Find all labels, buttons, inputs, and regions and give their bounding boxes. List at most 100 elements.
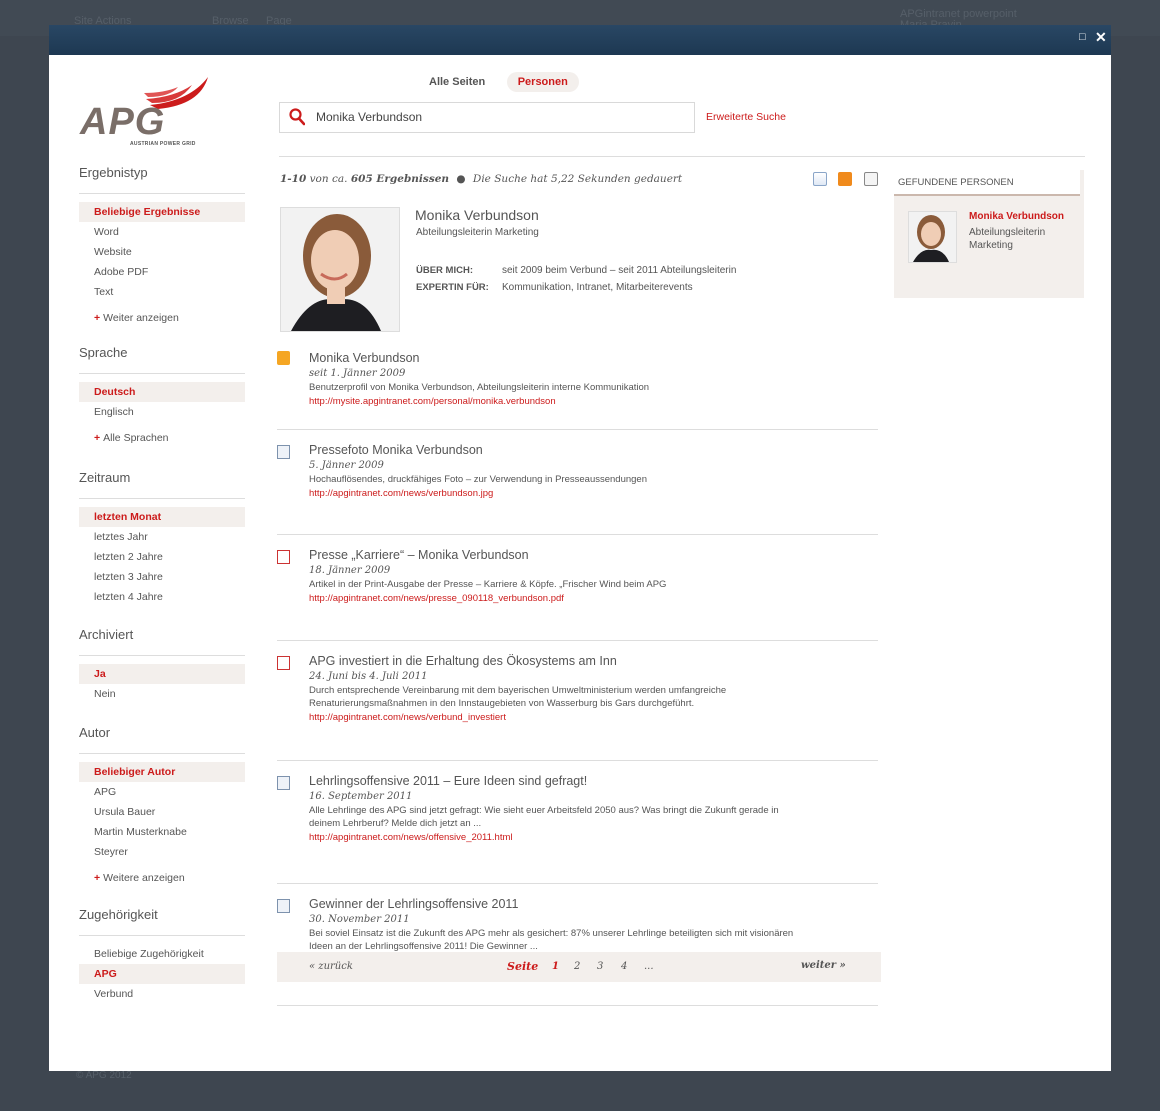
profile-name[interactable]: Monika Verbundson [415, 207, 539, 223]
facet-list: Beliebiger Autor APG Ursula Bauer Martin Mu… [79, 762, 245, 862]
result-title-link[interactable]: Pressefoto Monika Verbundson [309, 443, 878, 457]
result-date: 16. September 2011 [309, 791, 413, 802]
show-more-link[interactable]: + Alle Sprachen [79, 428, 245, 448]
found-persons-panel: GEFUNDENE PERSONEN Monika Verbundson Abt… [894, 170, 1084, 298]
profile-photo[interactable] [280, 207, 400, 332]
result-description: Bei soviel Einsatz ist die Zukunft des A… [309, 928, 794, 952]
result-description: Hochauflösendes, druckfähiges Foto – zur… [309, 474, 647, 485]
show-more-label: Weiter anzeigen [103, 312, 179, 324]
facet-item[interactable]: Beliebiger Autor [79, 762, 245, 782]
result-description: Durch entsprechende Vereinbarung mit dem… [309, 685, 727, 709]
facet-item[interactable]: Nein [79, 684, 245, 704]
result-title-link[interactable]: Monika Verbundson [309, 351, 878, 365]
plus-icon: + [94, 872, 101, 884]
result-title-link[interactable]: Lehrlingsoffensive 2011 – Eure Ideen sin… [309, 774, 878, 788]
plus-icon: + [94, 432, 101, 444]
facet-group: Sprache Deutsch Englisch + Alle Sprachen [79, 345, 245, 448]
pdf-icon [277, 550, 290, 564]
tab-personen[interactable]: Personen [506, 72, 579, 92]
facet-group: Zugehörigkeit Beliebige Zugehörigkeit APG V… [79, 907, 245, 1004]
result-date: 18. Jänner 2009 [309, 565, 391, 576]
prev-page-link[interactable]: « zurück [309, 961, 353, 972]
expert-value: Kommunikation, Intranet, Mitarbeitereven… [502, 282, 693, 293]
page-ellipsis: ... [644, 961, 654, 972]
facet-item[interactable]: Englisch [79, 402, 245, 422]
facet-list: Beliebige Zugehörigkeit APG Verbund [79, 944, 245, 1004]
person-name-link[interactable]: Monika Verbundson [969, 211, 1064, 222]
advanced-search-link[interactable]: Erweiterte Suche [706, 111, 786, 123]
logo-tagline: AUSTRIAN POWER GRID [130, 141, 196, 147]
apg-logo[interactable]: APG AUSTRIAN POWER GRID [80, 75, 250, 155]
show-more-link[interactable]: + Weitere anzeigen [79, 868, 245, 888]
result-url-link[interactable]: http://mysite.apgintranet.com/personal/m… [309, 396, 878, 407]
result-tools [813, 172, 885, 191]
search-input[interactable] [316, 108, 676, 126]
facet-item[interactable]: Beliebige Zugehörigkeit [79, 944, 245, 964]
search-box [279, 102, 695, 133]
result-url-link[interactable]: http://apgintranet.com/news/verbundson.j… [309, 488, 878, 499]
tab-alle-seiten[interactable]: Alle Seiten [418, 72, 496, 92]
facet-title: Zeitraum [79, 470, 245, 499]
facet-item[interactable]: letzten 2 Jahre [79, 547, 245, 567]
background-footer: © APG 2012 [76, 1070, 132, 1081]
result-url-link[interactable]: http://apgintranet.com/news/verbund_inve… [309, 712, 878, 723]
result-url-link[interactable]: http://apgintranet.com/news/presse_09011… [309, 593, 878, 604]
pdf-icon [277, 656, 290, 670]
facet-item[interactable]: Steyrer [79, 842, 245, 862]
person-thumbnail[interactable] [908, 211, 957, 263]
page-1-link[interactable]: 1 [552, 961, 559, 972]
facet-item[interactable]: Deutsch [79, 382, 245, 402]
person-role: Abteilungsleiterin Marketing [969, 227, 1046, 251]
facet-list: Beliebige Ergebnisse Word Website Adobe PDF… [79, 202, 245, 302]
close-icon[interactable]: ✕ [1095, 29, 1107, 46]
logo-wordmark: APG [80, 101, 166, 143]
show-more-label: Weitere anzeigen [103, 872, 185, 884]
result-title-link[interactable]: Gewinner der Lehrlingsoffensive 2011 [309, 897, 878, 911]
search-icon[interactable] [289, 108, 306, 131]
facet-item[interactable]: Word [79, 222, 245, 242]
next-page-link[interactable]: weiter » [801, 960, 846, 971]
scope-tabs: Alle Seiten Personen [418, 72, 585, 92]
facet-item[interactable]: Verbund [79, 984, 245, 1004]
profile-role: Abteilungsleiterin Marketing [416, 227, 539, 238]
facet-title: Autor [79, 725, 245, 754]
result-title-link[interactable]: Presse „Karriere“ – Monika Verbundson [309, 548, 878, 562]
facet-list: Deutsch Englisch [79, 382, 245, 422]
result-url-link[interactable]: http://apgintranet.com/news/offensive_20… [309, 832, 878, 843]
html-file-icon [277, 899, 290, 913]
facet-item[interactable]: Beliebige Ergebnisse [79, 202, 245, 222]
facet-item[interactable]: Adobe PDF [79, 262, 245, 282]
facet-item[interactable]: APG [79, 964, 245, 984]
facet-title: Ergebnistyp [79, 165, 245, 194]
result-item: Pressefoto Monika Verbundson 5. Jänner 20… [277, 430, 878, 535]
result-item: Monika Verbundson seit 1. Jänner 2009 Benu… [277, 351, 878, 430]
facet-item[interactable]: Website [79, 242, 245, 262]
maximize-icon[interactable]: □ [1079, 31, 1086, 43]
page-2-link[interactable]: 2 [574, 961, 580, 972]
show-more-link[interactable]: + Weiter anzeigen [79, 308, 245, 328]
facet-item[interactable]: Ja [79, 664, 245, 684]
facet-item[interactable]: letztes Jahr [79, 527, 245, 547]
facet-item[interactable]: letzten Monat [79, 507, 245, 527]
profile-icon [277, 351, 290, 365]
edit-icon[interactable] [863, 172, 878, 186]
facet-item[interactable]: letzten 4 Jahre [79, 587, 245, 607]
page-3-link[interactable]: 3 [597, 961, 603, 972]
facet-item[interactable]: Martin Musterknabe [79, 822, 245, 842]
facet-item[interactable]: letzten 3 Jahre [79, 567, 245, 587]
rss-icon[interactable] [838, 172, 853, 186]
image-file-icon [277, 445, 290, 459]
facet-list: letzten Monat letztes Jahr letzten 2 Jahre… [79, 507, 245, 607]
facet-item[interactable]: APG [79, 782, 245, 802]
facet-item[interactable]: Ursula Bauer [79, 802, 245, 822]
result-stats: 1-10 von ca. 605 Ergebnissen ● Die Suche… [280, 173, 682, 185]
facet-title: Archiviert [79, 627, 245, 656]
facet-item[interactable]: Text [79, 282, 245, 302]
result-description: Artikel in der Print-Ausgabe der Presse … [309, 579, 667, 590]
search-dialog: □ ✕ APG AUSTRIAN POWER GRID Ergebnistyp B… [49, 25, 1111, 1071]
stats-duration: Die Suche hat 5,22 Sekunden gedauert [472, 173, 683, 185]
page-4-link[interactable]: 4 [621, 961, 627, 972]
alert-icon[interactable] [813, 172, 827, 186]
result-title-link[interactable]: APG investiert in die Erhaltung des Ökos… [309, 654, 878, 668]
expert-label: EXPERTIN FÜR: [416, 282, 489, 293]
